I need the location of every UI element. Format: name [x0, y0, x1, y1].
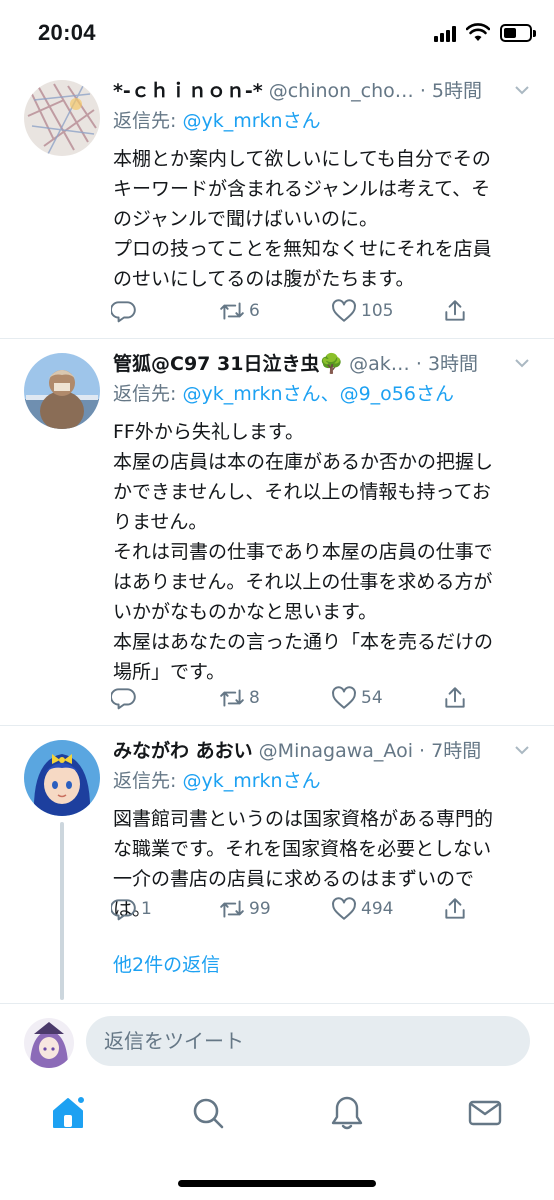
display-name[interactable]: 管狐@C97 31日泣き虫🌳	[113, 353, 343, 375]
heart-icon	[332, 299, 356, 322]
signal-icon	[434, 26, 460, 42]
avatar[interactable]	[24, 80, 100, 156]
tweet-time: 5時間	[431, 80, 483, 102]
retweet-icon	[220, 689, 244, 707]
handle[interactable]: @chinon_cho…	[269, 80, 414, 102]
reply-icon	[111, 688, 136, 710]
compose-bar: 返信をツイート	[0, 1003, 554, 1077]
wifi-icon	[466, 23, 490, 41]
notification-dot	[76, 1095, 86, 1105]
heart-icon	[332, 686, 356, 709]
tweet[interactable]: *-ｃｈｉｎｏｎ-* @chinon_cho… · 5時間 返信先: @yk_m…	[0, 66, 554, 339]
my-avatar[interactable]	[24, 1018, 74, 1068]
chevron-down-icon[interactable]	[514, 744, 530, 756]
share-button[interactable]	[442, 894, 468, 924]
like-count: 494	[361, 899, 394, 919]
messages-icon	[468, 1100, 502, 1126]
retweet-button[interactable]: 6	[219, 296, 260, 326]
handle[interactable]: @ak…	[349, 353, 410, 375]
search-icon	[193, 1098, 224, 1129]
heart-icon	[332, 897, 356, 920]
share-icon	[445, 898, 465, 919]
retweet-icon	[220, 900, 244, 918]
share-icon	[445, 300, 465, 321]
thread-dots	[60, 952, 64, 972]
share-button[interactable]	[442, 296, 468, 326]
retweet-button[interactable]: 99	[219, 894, 271, 924]
thread-line	[60, 822, 64, 1000]
reply-timeline[interactable]: *-ｃｈｉｎｏｎ-* @chinon_cho… · 5時間 返信先: @yk_m…	[0, 66, 554, 1003]
chevron-down-icon[interactable]	[514, 84, 530, 96]
tweet-time: 7時間	[431, 740, 482, 762]
avatar[interactable]	[24, 353, 100, 429]
status-time: 20:04	[38, 20, 96, 45]
tab-home[interactable]	[48, 1093, 88, 1133]
handle[interactable]: @Minagawa_Aoi	[259, 740, 413, 762]
tweet-time: 3時間	[427, 353, 479, 375]
reply-button[interactable]	[111, 296, 141, 326]
reply-to: 返信先: @yk_mrknさん、@9_o56さん	[113, 383, 454, 405]
retweet-count: 99	[249, 899, 271, 919]
reply-input[interactable]: 返信をツイート	[86, 1016, 530, 1066]
reply-mention-link[interactable]: @yk_mrknさん、@9_o56さん	[182, 383, 454, 405]
reply-mention-link[interactable]: @yk_mrknさん	[182, 770, 320, 792]
display-name[interactable]: *-ｃｈｉｎｏｎ-*	[113, 80, 263, 102]
retweet-count: 6	[249, 301, 260, 321]
reply-mention-link[interactable]: @yk_mrknさん	[182, 110, 320, 132]
reply-button[interactable]	[111, 683, 141, 713]
share-button[interactable]	[442, 683, 468, 713]
tab-messages[interactable]	[465, 1093, 505, 1133]
like-button[interactable]: 54	[331, 683, 383, 713]
reply-to: 返信先: @yk_mrknさん	[113, 110, 321, 132]
reply-icon	[111, 899, 136, 921]
tweet[interactable]: 管狐@C97 31日泣き虫🌳 @ak… · 3時間 返信先: @yk_mrknさ…	[0, 339, 554, 726]
tweet-text: FF外から失礼します。 本屋の店員は本の在庫があるか否かの把握し かできませんし…	[113, 421, 494, 683]
tab-notifications[interactable]	[327, 1093, 367, 1133]
more-replies-link[interactable]: 他2件の返信	[113, 950, 220, 977]
tab-search[interactable]	[188, 1093, 228, 1133]
tweet[interactable]: みながわ あおい @Minagawa_Aoi · 7時間 返信先: @yk_mr…	[0, 726, 554, 1003]
like-count: 54	[361, 688, 383, 708]
like-button[interactable]: 105	[331, 296, 393, 326]
retweet-icon	[220, 302, 244, 320]
reply-button[interactable]: 1	[111, 894, 152, 924]
share-icon	[445, 687, 465, 708]
avatar[interactable]	[24, 740, 100, 816]
reply-count: 1	[141, 899, 152, 919]
status-bar: 20:04	[0, 0, 554, 66]
reply-icon	[111, 301, 136, 323]
retweet-button[interactable]: 8	[219, 683, 260, 713]
like-count: 105	[361, 301, 394, 321]
display-name[interactable]: みながわ あおい	[113, 740, 253, 762]
notifications-icon	[331, 1096, 363, 1130]
reply-to: 返信先: @yk_mrknさん	[113, 770, 321, 792]
retweet-count: 8	[249, 688, 260, 708]
like-button[interactable]: 494	[331, 894, 393, 924]
tweet-text: 本棚とか案内して欲しいにしても自分でその キーワードが含まれるジャンルは考えて、…	[113, 148, 492, 290]
chevron-down-icon[interactable]	[514, 357, 530, 369]
battery-icon	[500, 24, 536, 42]
home-indicator	[178, 1180, 376, 1187]
